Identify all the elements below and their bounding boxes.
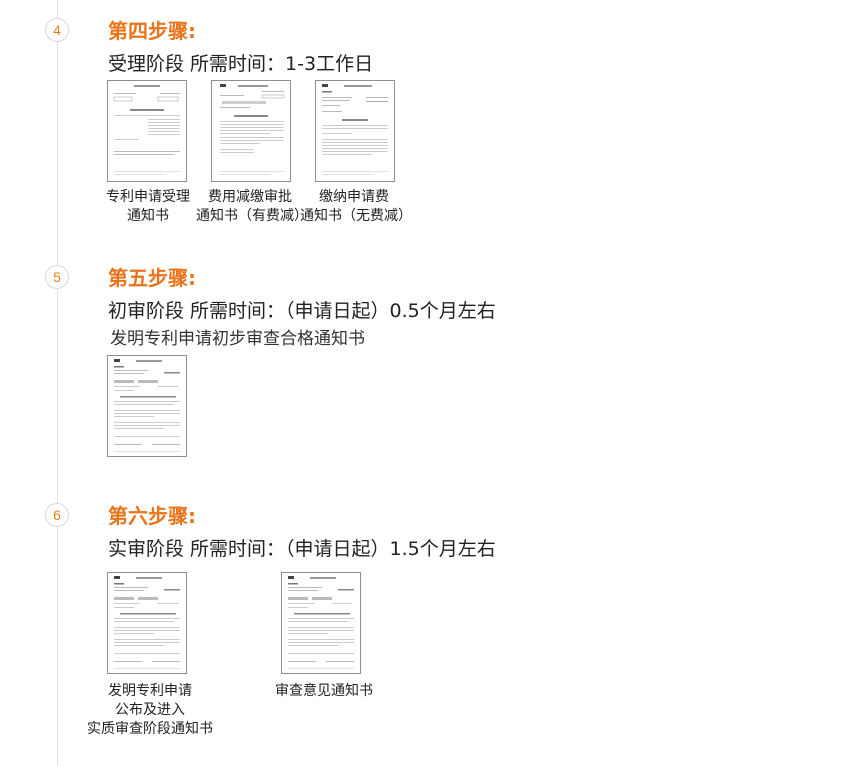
caption-line: 费用减缴审批: [208, 189, 292, 205]
caption-line: 通知书（有费减）: [196, 208, 308, 224]
document-thumbnail-preliminary-exam-notice[interactable]: [107, 355, 187, 457]
document-caption: 发明专利申请 公布及进入 实质审查阶段通知书: [82, 682, 218, 739]
step-number-badge: 6: [45, 503, 69, 527]
document-page-image: [322, 84, 388, 175]
document-thumbnail-acceptance-notice[interactable]: [107, 80, 187, 182]
caption-line: 缴纳申请费: [319, 189, 389, 205]
document-page-image: [288, 576, 354, 669]
document-caption: 费用减缴审批 通知书（有费减）: [196, 188, 308, 226]
caption-line: 通知书（无费减）: [300, 208, 412, 224]
stage-duration: 实审阶段 所需时间：（申请日起）1.5个月左右: [108, 538, 496, 560]
step-number-badge: 5: [45, 265, 69, 289]
document-caption: 审查意见通知书: [266, 682, 382, 701]
caption-line: 公布及进入: [115, 702, 185, 718]
document-caption: 专利申请受理 通知书: [100, 188, 196, 226]
document-caption: 缴纳申请费 通知书（无费减）: [300, 188, 412, 226]
document-page-image: [113, 85, 180, 175]
step-number-badge: 4: [45, 18, 69, 42]
document-page-image: [114, 576, 180, 669]
caption-line: 审查意见通知书: [275, 683, 373, 699]
document-page-image: [114, 359, 180, 452]
document-thumbnail-application-fee-notice[interactable]: [315, 80, 395, 182]
stage-document-name: 发明专利申请初步审查合格通知书: [110, 329, 365, 349]
caption-line: 发明专利申请: [108, 683, 192, 699]
step-title: 第五步骤:: [108, 266, 196, 290]
document-page-image: [220, 84, 285, 175]
timeline-line: [57, 0, 58, 766]
document-thumbnail-publication-notice[interactable]: [107, 572, 187, 674]
document-thumbnail-fee-reduction-notice[interactable]: [211, 80, 291, 182]
document-thumbnail-exam-opinion-notice[interactable]: [281, 572, 361, 674]
caption-line: 专利申请受理: [106, 189, 190, 205]
caption-line: 实质审查阶段通知书: [87, 721, 213, 737]
caption-line: 通知书: [127, 208, 169, 224]
stage-duration: 受理阶段 所需时间：1-3工作日: [108, 53, 374, 75]
step-title: 第六步骤:: [108, 504, 196, 528]
stage-duration: 初审阶段 所需时间：（申请日起）0.5个月左右: [108, 300, 496, 322]
step-title: 第四步骤:: [108, 19, 196, 43]
